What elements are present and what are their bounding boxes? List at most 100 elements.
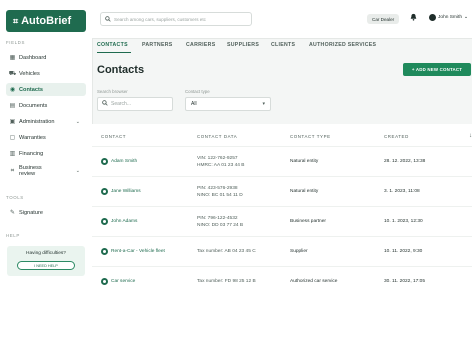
contact-data-line: VIN: 122-762-9257 [197, 156, 238, 161]
sidebar-item-financing[interactable]: ▥ Financing [6, 147, 86, 160]
user-menu[interactable]: John Smith ⌄ [429, 14, 468, 21]
contact-name: Adam Smith [111, 159, 138, 164]
person-icon [101, 188, 108, 195]
need-help-button[interactable]: I NEED HELP [17, 261, 75, 270]
sidebar-item-label: Contacts [19, 86, 43, 93]
table-row[interactable]: John Adams PIN: 796-122-4532 NINO: DD 03… [92, 206, 472, 237]
chevron-down-icon: ⌄ [75, 168, 80, 174]
created-cell: 30. 11. 2022, 17:05 [384, 279, 425, 284]
contact-data-cell: VIN: 122-762-9257 HMRC: AA 01 23 44 B [197, 155, 244, 169]
contact-data-line: HMRC: AA 01 23 44 B [197, 163, 245, 168]
contact-data-cell: Tax number: FD 98 25 12 B [197, 279, 256, 284]
contact-type-cell: Natural entity [290, 159, 319, 164]
sidebar-item-business-review[interactable]: ⌗ Business review ⌄ [6, 163, 86, 179]
topbar: Search among cars, suppliers, customers … [92, 0, 472, 39]
contact-name-link[interactable]: John Adams [101, 218, 137, 225]
created-cell: 28. 12. 2022, 13:38 [384, 159, 426, 164]
created-cell: 3. 1. 2023, 11:08 [384, 189, 420, 194]
add-new-contact-button[interactable]: + ADD NEW CONTACT [403, 63, 471, 76]
table-row[interactable]: Rent-a-Car - Vehicle fleet Tax number: A… [92, 236, 472, 267]
sidebar-item-label: Financing [19, 150, 44, 157]
sidebar-item-vehicles[interactable]: ⛟ Vehicles [6, 67, 86, 80]
contact-type-cell: Natural entity [290, 189, 319, 194]
admin-icon: ▣ [9, 119, 16, 125]
person-icon [101, 158, 108, 165]
search-icon [102, 100, 108, 108]
sidebar-item-label: Warranties [19, 134, 46, 141]
contact-data-cell: PIN: 423-576-2938 NINO: BC 01 54 11 D [197, 185, 243, 199]
sidebar-item-label: Vehicles [19, 70, 40, 77]
column-header-contact-type[interactable]: CONTACT TYPE [290, 134, 331, 139]
tab-carriers[interactable]: CARRIERS [186, 42, 216, 48]
avatar [429, 14, 436, 21]
sidebar-item-warranties[interactable]: ▢ Warranties [6, 131, 86, 144]
tab-contacts[interactable]: CONTACTS [97, 42, 128, 48]
help-title: Having difficulties? [26, 251, 66, 256]
car-icon: ⛟ [8, 70, 17, 77]
contact-data-line: NINO: DD 03 77 24 B [197, 223, 244, 228]
role-chip[interactable]: Car Dealer [367, 14, 400, 24]
contact-type-cell: Authorized car service [290, 279, 338, 284]
chevron-down-icon: ⌄ [75, 118, 80, 125]
sidebar-item-label: Documents [19, 102, 48, 109]
contacts-table: CONTACT CONTACT DATA CONTACT TYPE CREATE… [92, 124, 472, 338]
person-icon [101, 278, 108, 285]
page-title: Contacts [97, 64, 145, 76]
app-logo[interactable]: ⌗ AutoBrief [6, 10, 86, 32]
column-header-contact-data[interactable]: CONTACT DATA [197, 134, 237, 139]
contact-name-link[interactable]: Rent-a-Car - Vehicle fleet [101, 248, 165, 255]
contact-name: Car service [111, 279, 136, 284]
table-row[interactable]: Car service Tax number: FD 98 25 12 B Au… [92, 266, 472, 297]
tab-suppliers[interactable]: SUPPLIERS [227, 42, 259, 48]
tab-authorized-services[interactable]: AUTHORIZED SERVICES [309, 42, 376, 48]
active-tab-indicator [97, 52, 131, 54]
sidebar-item-contacts[interactable]: ◉ Contacts [6, 83, 86, 96]
contact-name: John Adams [111, 219, 138, 224]
table-row[interactable]: Jane Williams PIN: 423-576-2938 NINO: BC… [92, 176, 472, 207]
tab-partners[interactable]: PARTNERS [142, 42, 173, 48]
sidebar-item-documents[interactable]: ▤ Documents [6, 99, 86, 112]
global-search-placeholder: Search among cars, suppliers, customers … [114, 16, 206, 22]
created-cell: 10. 1. 2023, 12:30 [384, 219, 423, 224]
caret-down-icon: ▾ [262, 101, 265, 107]
contact-name: Rent-a-Car - Vehicle fleet [111, 249, 165, 254]
contact-data-line: NINO: BC 01 54 11 D [197, 193, 243, 198]
person-icon [101, 218, 108, 225]
document-icon: ▤ [9, 103, 16, 109]
sidebar-item-dashboard[interactable]: ▦ Dashboard [6, 51, 86, 64]
table-row[interactable]: Adam Smith VIN: 122-762-9257 HMRC: AA 01… [92, 146, 472, 177]
dashboard-icon: ▦ [9, 55, 16, 61]
sidebar-item-label: Dashboard [19, 54, 47, 61]
chart-icon: ⌗ [10, 167, 15, 174]
sidebar-item-signature[interactable]: ✎ Signature [6, 206, 86, 219]
created-cell: 10. 11. 2022, 9:30 [384, 249, 423, 254]
tab-clients[interactable]: CLIENTS [271, 42, 295, 48]
contact-name-link[interactable]: Car service [101, 278, 135, 285]
contacts-icon: ◉ [9, 87, 16, 93]
contact-type-label: Contact type [185, 89, 210, 94]
column-header-contact[interactable]: CONTACT [101, 134, 126, 139]
help-card: Having difficulties? I NEED HELP [7, 246, 85, 276]
contacts-search-input[interactable]: Search... [97, 97, 173, 111]
column-header-created[interactable]: CREATED [384, 134, 409, 139]
contact-type-select[interactable]: All ▾ [185, 97, 271, 111]
contact-type-cell: Business partner [290, 219, 326, 224]
contact-name-link[interactable]: Jane Williams [101, 188, 141, 195]
global-search-input[interactable]: Search among cars, suppliers, customers … [100, 12, 252, 26]
fields-section-label: FIELDS [6, 40, 25, 45]
logo-text: AutoBrief [21, 15, 72, 27]
contact-type-value: All [191, 101, 197, 107]
contact-data-cell: PIN: 796-122-4532 NINO: DD 03 77 24 B [197, 215, 243, 229]
chevron-down-icon: ⌄ [464, 15, 469, 20]
tools-section-label: TOOLS [6, 195, 24, 200]
sidebar-item-label: Administration [19, 118, 55, 125]
search-icon [105, 15, 111, 23]
contact-data-line: PIN: 796-122-4532 [197, 216, 238, 221]
sidebar-item-label: Business review [19, 165, 42, 177]
contact-data-cell: Tax number: AB 04 23 45 C [197, 249, 256, 254]
contact-data-line: PIN: 423-576-2938 [197, 186, 238, 191]
bell-icon[interactable] [410, 13, 417, 23]
contact-name: Jane Williams [111, 189, 141, 194]
sidebar-item-administration[interactable]: ▣ Administration ⌄ [6, 115, 86, 128]
contact-name-link[interactable]: Adam Smith [101, 158, 137, 165]
